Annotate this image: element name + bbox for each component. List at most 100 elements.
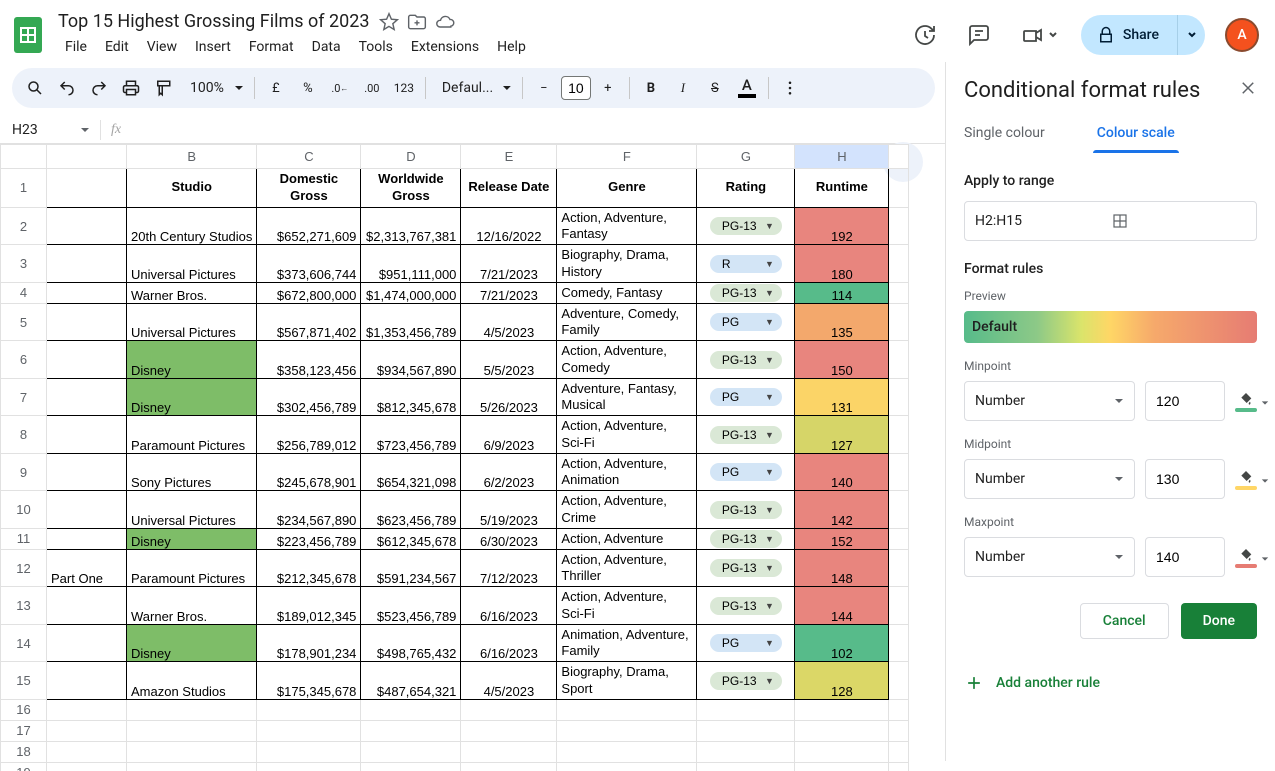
midpoint-value-input[interactable] [1145, 459, 1225, 499]
undo-icon[interactable] [52, 73, 82, 103]
rating-chip[interactable]: PG-13▼ [710, 672, 782, 690]
minpoint-value-input[interactable] [1145, 381, 1225, 421]
row-10[interactable]: 10 [1, 491, 47, 529]
runtime-cell[interactable]: 140 [795, 453, 889, 491]
italic-button[interactable]: I [668, 73, 698, 103]
rating-chip[interactable]: PG▼ [710, 388, 782, 406]
minpoint-type-select[interactable]: Number [964, 381, 1135, 421]
runtime-cell[interactable]: 150 [795, 341, 889, 379]
sheets-logo[interactable] [8, 15, 48, 55]
name-box[interactable]: H23 [8, 122, 90, 138]
row-3[interactable]: 3 [1, 245, 47, 283]
row-12[interactable]: 12 [1, 549, 47, 587]
tab-single-colour[interactable]: Single colour [964, 125, 1045, 153]
menu-help[interactable]: Help [489, 35, 534, 59]
decrease-decimal-icon[interactable]: .0← [325, 73, 355, 103]
row-14[interactable]: 14 [1, 624, 47, 662]
search-icon[interactable] [20, 73, 50, 103]
menu-format[interactable]: Format [241, 35, 302, 59]
increase-fontsize-button[interactable]: + [593, 73, 623, 103]
row-18[interactable]: 18 [1, 741, 47, 762]
col-E[interactable]: E [461, 145, 557, 169]
rating-chip[interactable]: PG▼ [710, 463, 782, 481]
runtime-cell[interactable]: 127 [795, 416, 889, 454]
rating-chip[interactable]: PG-13▼ [710, 559, 782, 577]
zoom-select[interactable]: 100% [180, 80, 248, 96]
avatar[interactable]: A [1225, 18, 1259, 52]
rating-chip[interactable]: PG-13▼ [710, 597, 782, 615]
decrease-fontsize-button[interactable]: − [529, 73, 559, 103]
comment-icon[interactable] [959, 15, 999, 55]
share-dropdown[interactable] [1177, 15, 1205, 55]
menu-extensions[interactable]: Extensions [403, 35, 487, 59]
bold-button[interactable]: B [636, 73, 666, 103]
rating-chip[interactable]: PG-13▼ [710, 530, 782, 548]
col-D[interactable]: D [361, 145, 461, 169]
row-17[interactable]: 17 [1, 720, 47, 741]
runtime-cell[interactable]: 144 [795, 587, 889, 625]
preview-scale[interactable]: Default [964, 311, 1257, 343]
move-icon[interactable] [407, 12, 427, 32]
add-rule-button[interactable]: Add another rule [964, 673, 1257, 693]
row-16[interactable]: 16 [1, 699, 47, 720]
cancel-button[interactable]: Cancel [1080, 603, 1169, 639]
col-H[interactable]: H [795, 145, 889, 169]
col-G[interactable]: G [697, 145, 795, 169]
runtime-cell[interactable]: 142 [795, 491, 889, 529]
strikethrough-button[interactable]: S [700, 73, 730, 103]
rating-chip[interactable]: PG-13▼ [710, 501, 782, 519]
cloud-icon[interactable] [435, 12, 455, 32]
minpoint-color-button[interactable] [1235, 391, 1257, 412]
row-15[interactable]: 15 [1, 662, 47, 700]
rating-chip[interactable]: PG-13▼ [710, 217, 782, 235]
print-icon[interactable] [116, 73, 146, 103]
midpoint-color-button[interactable] [1235, 469, 1257, 490]
runtime-cell[interactable]: 128 [795, 662, 889, 700]
maxpoint-type-select[interactable]: Number [964, 537, 1135, 577]
percent-button[interactable]: % [293, 73, 323, 103]
midpoint-type-select[interactable]: Number [964, 459, 1135, 499]
menu-insert[interactable]: Insert [187, 35, 239, 59]
runtime-cell[interactable]: 135 [795, 303, 889, 341]
close-icon[interactable] [1239, 78, 1257, 103]
maxpoint-value-input[interactable] [1145, 537, 1225, 577]
menu-data[interactable]: Data [304, 35, 349, 59]
col-A[interactable] [47, 145, 127, 169]
rating-chip[interactable]: R▼ [710, 255, 782, 273]
more-formats-button[interactable]: 123 [389, 73, 419, 103]
row-8[interactable]: 8 [1, 416, 47, 454]
runtime-cell[interactable]: 114 [795, 282, 889, 303]
text-color-button[interactable]: A [732, 73, 762, 103]
runtime-cell[interactable]: 148 [795, 549, 889, 587]
row-7[interactable]: 7 [1, 378, 47, 416]
runtime-cell[interactable]: 192 [795, 207, 889, 245]
menu-tools[interactable]: Tools [351, 35, 401, 59]
share-button[interactable]: Share [1081, 15, 1177, 55]
paint-format-icon[interactable] [148, 73, 178, 103]
row-13[interactable]: 13 [1, 587, 47, 625]
history-icon[interactable] [905, 15, 945, 55]
rating-chip[interactable]: PG-13▼ [710, 284, 782, 302]
row-11[interactable]: 11 [1, 528, 47, 549]
row-9[interactable]: 9 [1, 453, 47, 491]
col-B[interactable]: B [127, 145, 257, 169]
maxpoint-color-button[interactable] [1235, 547, 1257, 568]
range-input[interactable]: H2:H15 [964, 201, 1257, 241]
increase-decimal-icon[interactable]: .00 [357, 73, 387, 103]
col-C[interactable]: C [257, 145, 361, 169]
col-F[interactable]: F [557, 145, 697, 169]
runtime-cell[interactable]: 152 [795, 528, 889, 549]
row-5[interactable]: 5 [1, 303, 47, 341]
menu-view[interactable]: View [139, 35, 185, 59]
redo-icon[interactable] [84, 73, 114, 103]
tab-colour-scale[interactable]: Colour scale [1097, 125, 1175, 153]
rating-chip[interactable]: PG-13▼ [710, 351, 782, 369]
doc-title[interactable]: Top 15 Highest Grossing Films of 2023 [58, 11, 369, 32]
runtime-cell[interactable]: 131 [795, 378, 889, 416]
fontsize-input[interactable] [561, 76, 591, 100]
row-6[interactable]: 6 [1, 341, 47, 379]
meet-icon[interactable] [1013, 15, 1067, 55]
more-toolbar-button[interactable] [775, 73, 805, 103]
row-4[interactable]: 4 [1, 282, 47, 303]
done-button[interactable]: Done [1181, 603, 1257, 639]
